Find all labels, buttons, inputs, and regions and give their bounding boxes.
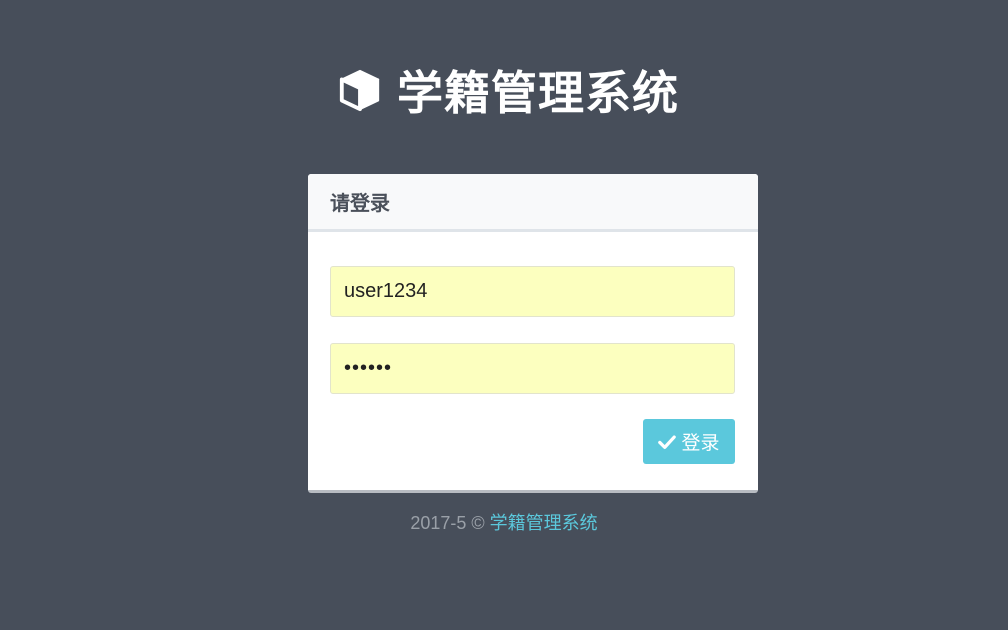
footer-app-link[interactable]: 学籍管理系统	[490, 513, 598, 534]
login-heading: 请登录	[308, 174, 758, 232]
login-panel: 请登录 登录	[308, 174, 758, 493]
app-title: 学籍管理系统	[397, 66, 679, 120]
brand-header: 学籍管理系统	[0, 62, 1008, 120]
login-button-label: 登录	[681, 432, 720, 454]
footer: 2017-5 © 学籍管理系统	[0, 509, 1008, 535]
login-button[interactable]: 登录	[643, 419, 735, 464]
username-input[interactable]	[330, 266, 735, 317]
cube-icon	[339, 69, 380, 112]
footer-copyright: 2017-5 ©	[410, 513, 490, 533]
password-input[interactable]	[330, 343, 735, 394]
check-icon	[658, 434, 677, 449]
